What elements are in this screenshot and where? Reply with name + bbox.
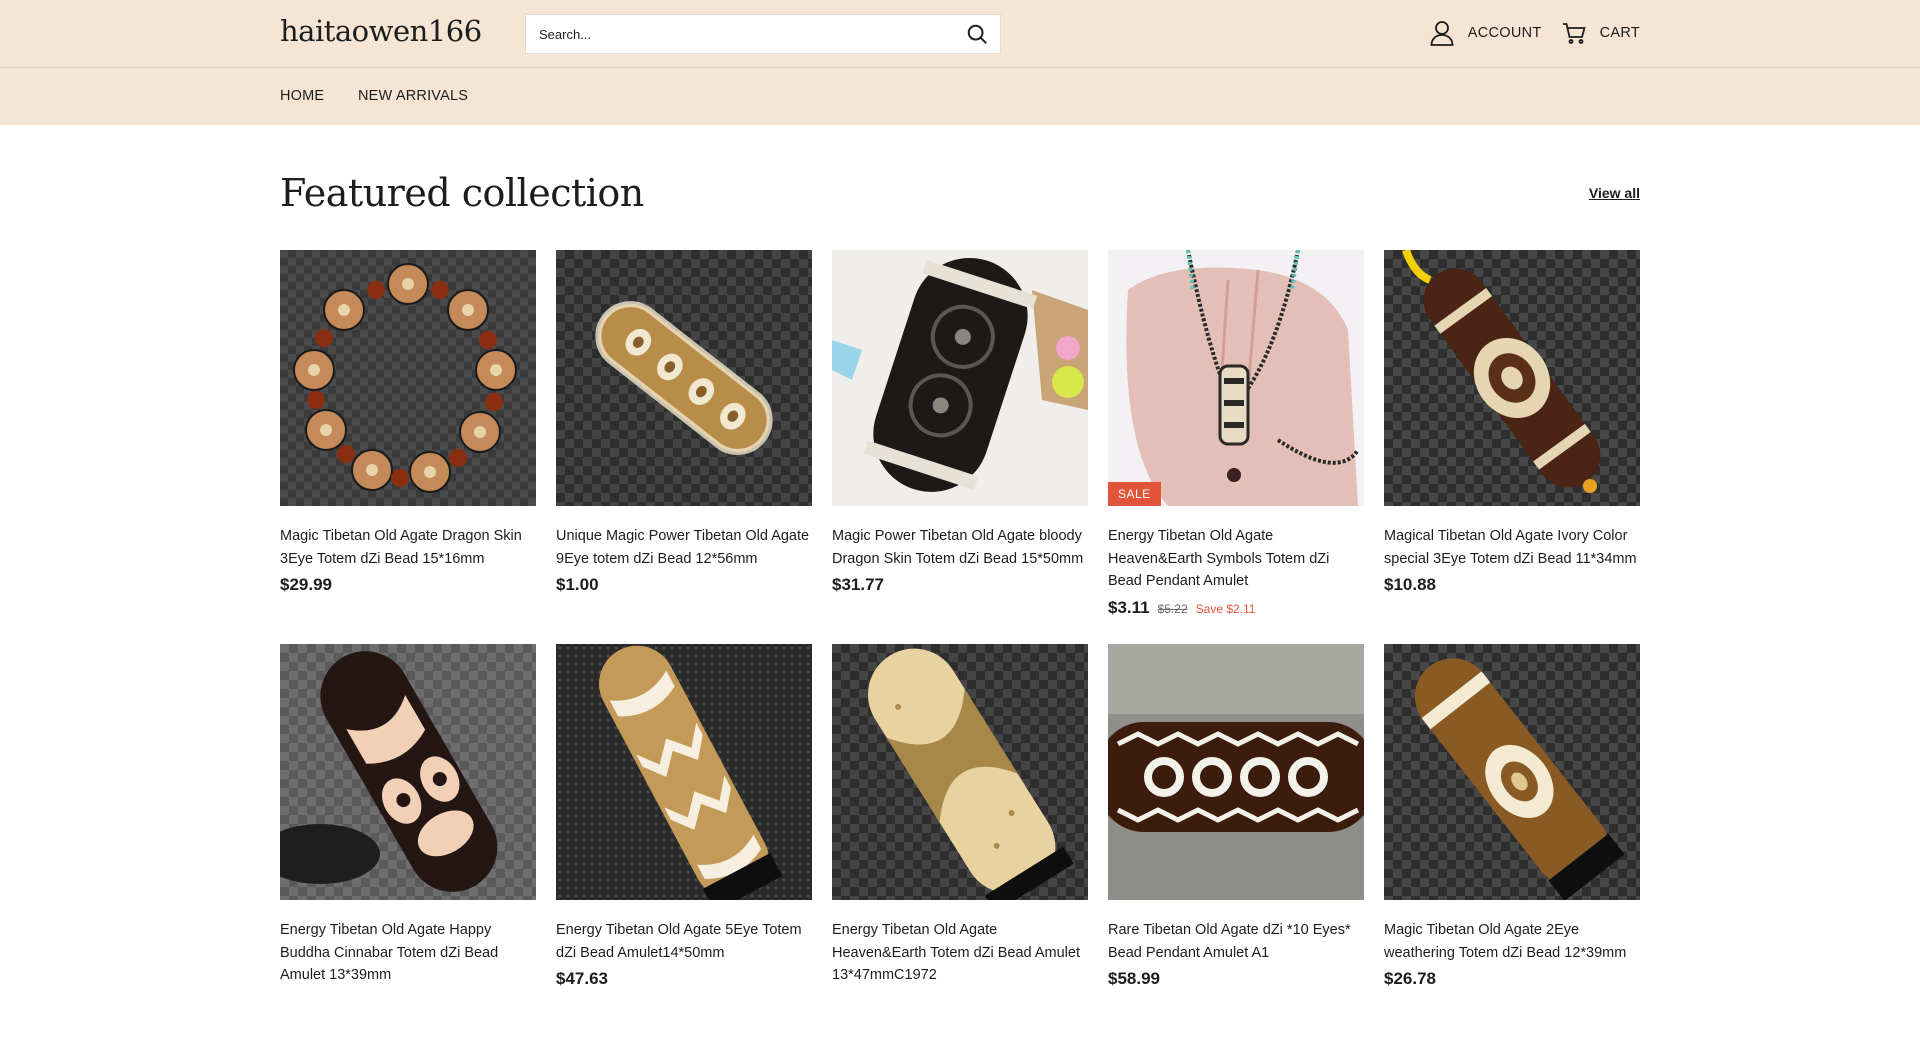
- product-title[interactable]: Magic Tibetan Old Agate Dragon Skin 3Eye…: [280, 525, 536, 570]
- product-price: $3.11: [1108, 597, 1150, 617]
- product-image[interactable]: [1384, 250, 1640, 506]
- dzi-bead-image: [1108, 644, 1364, 900]
- user-icon: [1430, 21, 1454, 46]
- product-image[interactable]: [832, 250, 1088, 506]
- product-image[interactable]: [280, 644, 536, 900]
- price-row: $10.88: [1384, 575, 1640, 595]
- nav-item-home[interactable]: HOME: [280, 88, 324, 104]
- product-price: $26.78: [1384, 969, 1436, 988]
- product-title[interactable]: Rare Tibetan Old Agate dZi *10 Eyes* Bea…: [1108, 919, 1364, 964]
- dzi-bead-image: [280, 644, 536, 900]
- product-image[interactable]: [280, 250, 536, 506]
- main-nav: HOME NEW ARRIVALS: [0, 68, 1920, 125]
- price-row: $3.11 $5.22 Save $2.11: [1108, 598, 1364, 618]
- product-card[interactable]: Magic Tibetan Old Agate 2Eye weathering …: [1384, 644, 1640, 1038]
- store-logo[interactable]: haitaowen166: [280, 14, 482, 48]
- account-link[interactable]: ACCOUNT: [1430, 20, 1542, 46]
- price-row: $26.78: [1384, 969, 1640, 989]
- search-input[interactable]: [526, 15, 954, 53]
- cart-link[interactable]: CART: [1562, 22, 1640, 44]
- header-links: ACCOUNT CART: [1430, 20, 1640, 46]
- account-label: ACCOUNT: [1467, 25, 1542, 41]
- sale-badge: SALE: [1108, 482, 1161, 506]
- search-button[interactable]: [954, 15, 1000, 53]
- product-image[interactable]: SALE: [1108, 250, 1364, 506]
- price-row: $29.99: [280, 575, 536, 595]
- price-row: $58.99: [1108, 969, 1364, 989]
- product-card[interactable]: Unique Magic Power Tibetan Old Agate 9Ey…: [556, 250, 812, 644]
- product-card[interactable]: Magical Tibetan Old Agate Ivory Color sp…: [1384, 250, 1640, 644]
- product-card[interactable]: Magic Tibetan Old Agate Dragon Skin 3Eye…: [280, 250, 536, 644]
- dzi-bead-image: [832, 250, 1088, 506]
- section-title: Featured collection: [280, 171, 644, 215]
- product-price: $47.63: [556, 969, 608, 988]
- product-image[interactable]: [1108, 644, 1364, 900]
- product-card[interactable]: Energy Tibetan Old Agate Heaven&Earth To…: [832, 644, 1088, 1038]
- product-card[interactable]: Rare Tibetan Old Agate dZi *10 Eyes* Bea…: [1108, 644, 1364, 1038]
- view-all-link[interactable]: View all: [1589, 185, 1640, 201]
- product-image[interactable]: [556, 250, 812, 506]
- product-title[interactable]: Energy Tibetan Old Agate Happy Buddha Ci…: [280, 919, 536, 987]
- product-image[interactable]: [556, 644, 812, 900]
- nav-item-new-arrivals[interactable]: NEW ARRIVALS: [358, 88, 468, 104]
- section-header: Featured collection View all: [0, 125, 1920, 251]
- price-row: $31.77: [832, 575, 1088, 595]
- bead-bracelet-image: [280, 250, 536, 506]
- product-title[interactable]: Energy Tibetan Old Agate 5Eye Totem dZi …: [556, 919, 812, 964]
- savings-label: Save $2.11: [1195, 601, 1256, 616]
- cart-icon: [1562, 23, 1586, 44]
- product-title[interactable]: Magic Tibetan Old Agate 2Eye weathering …: [1384, 919, 1640, 964]
- product-price: $31.77: [832, 575, 884, 594]
- pendant-in-hand-image: [1108, 250, 1364, 506]
- product-card[interactable]: SALE Energy Tibetan Old Agate Heaven&Ear…: [1108, 250, 1364, 644]
- product-image[interactable]: [832, 644, 1088, 900]
- product-title[interactable]: Unique Magic Power Tibetan Old Agate 9Ey…: [556, 525, 812, 570]
- dzi-bead-image: [832, 644, 1088, 900]
- product-title[interactable]: Magic Power Tibetan Old Agate bloody Dra…: [832, 525, 1088, 570]
- price-row: $1.00: [556, 575, 812, 595]
- product-price: $1.00: [556, 575, 599, 594]
- product-price: $10.88: [1384, 575, 1436, 594]
- product-image[interactable]: [1384, 644, 1640, 900]
- featured-collection-section: Featured collection View all Magic Tibet…: [0, 125, 1920, 988]
- search-icon: [967, 24, 987, 44]
- cart-label: CART: [1599, 25, 1640, 41]
- compare-at-price: $5.22: [1157, 601, 1188, 616]
- product-card[interactable]: Energy Tibetan Old Agate 5Eye Totem dZi …: [556, 644, 812, 1038]
- product-price: $29.99: [280, 575, 332, 594]
- product-title[interactable]: Energy Tibetan Old Agate Heaven&Earth Sy…: [1108, 525, 1364, 593]
- dzi-bead-image: [556, 644, 812, 900]
- product-grid: Magic Tibetan Old Agate Dragon Skin 3Eye…: [280, 250, 1640, 1038]
- product-title[interactable]: Magical Tibetan Old Agate Ivory Color sp…: [1384, 525, 1640, 570]
- dzi-bead-image: [1384, 644, 1640, 900]
- product-card[interactable]: Energy Tibetan Old Agate Happy Buddha Ci…: [280, 644, 536, 1038]
- search-bar: [525, 14, 1001, 54]
- product-title[interactable]: Energy Tibetan Old Agate Heaven&Earth To…: [832, 919, 1088, 987]
- product-price: $58.99: [1108, 969, 1160, 988]
- price-row: $47.63: [556, 969, 812, 989]
- dzi-bead-image: [1384, 250, 1640, 506]
- header-top-bar: haitaowen166 ACCOUNT CART: [0, 0, 1920, 68]
- dzi-bead-image: [556, 250, 812, 506]
- product-card[interactable]: Magic Power Tibetan Old Agate bloody Dra…: [832, 250, 1088, 644]
